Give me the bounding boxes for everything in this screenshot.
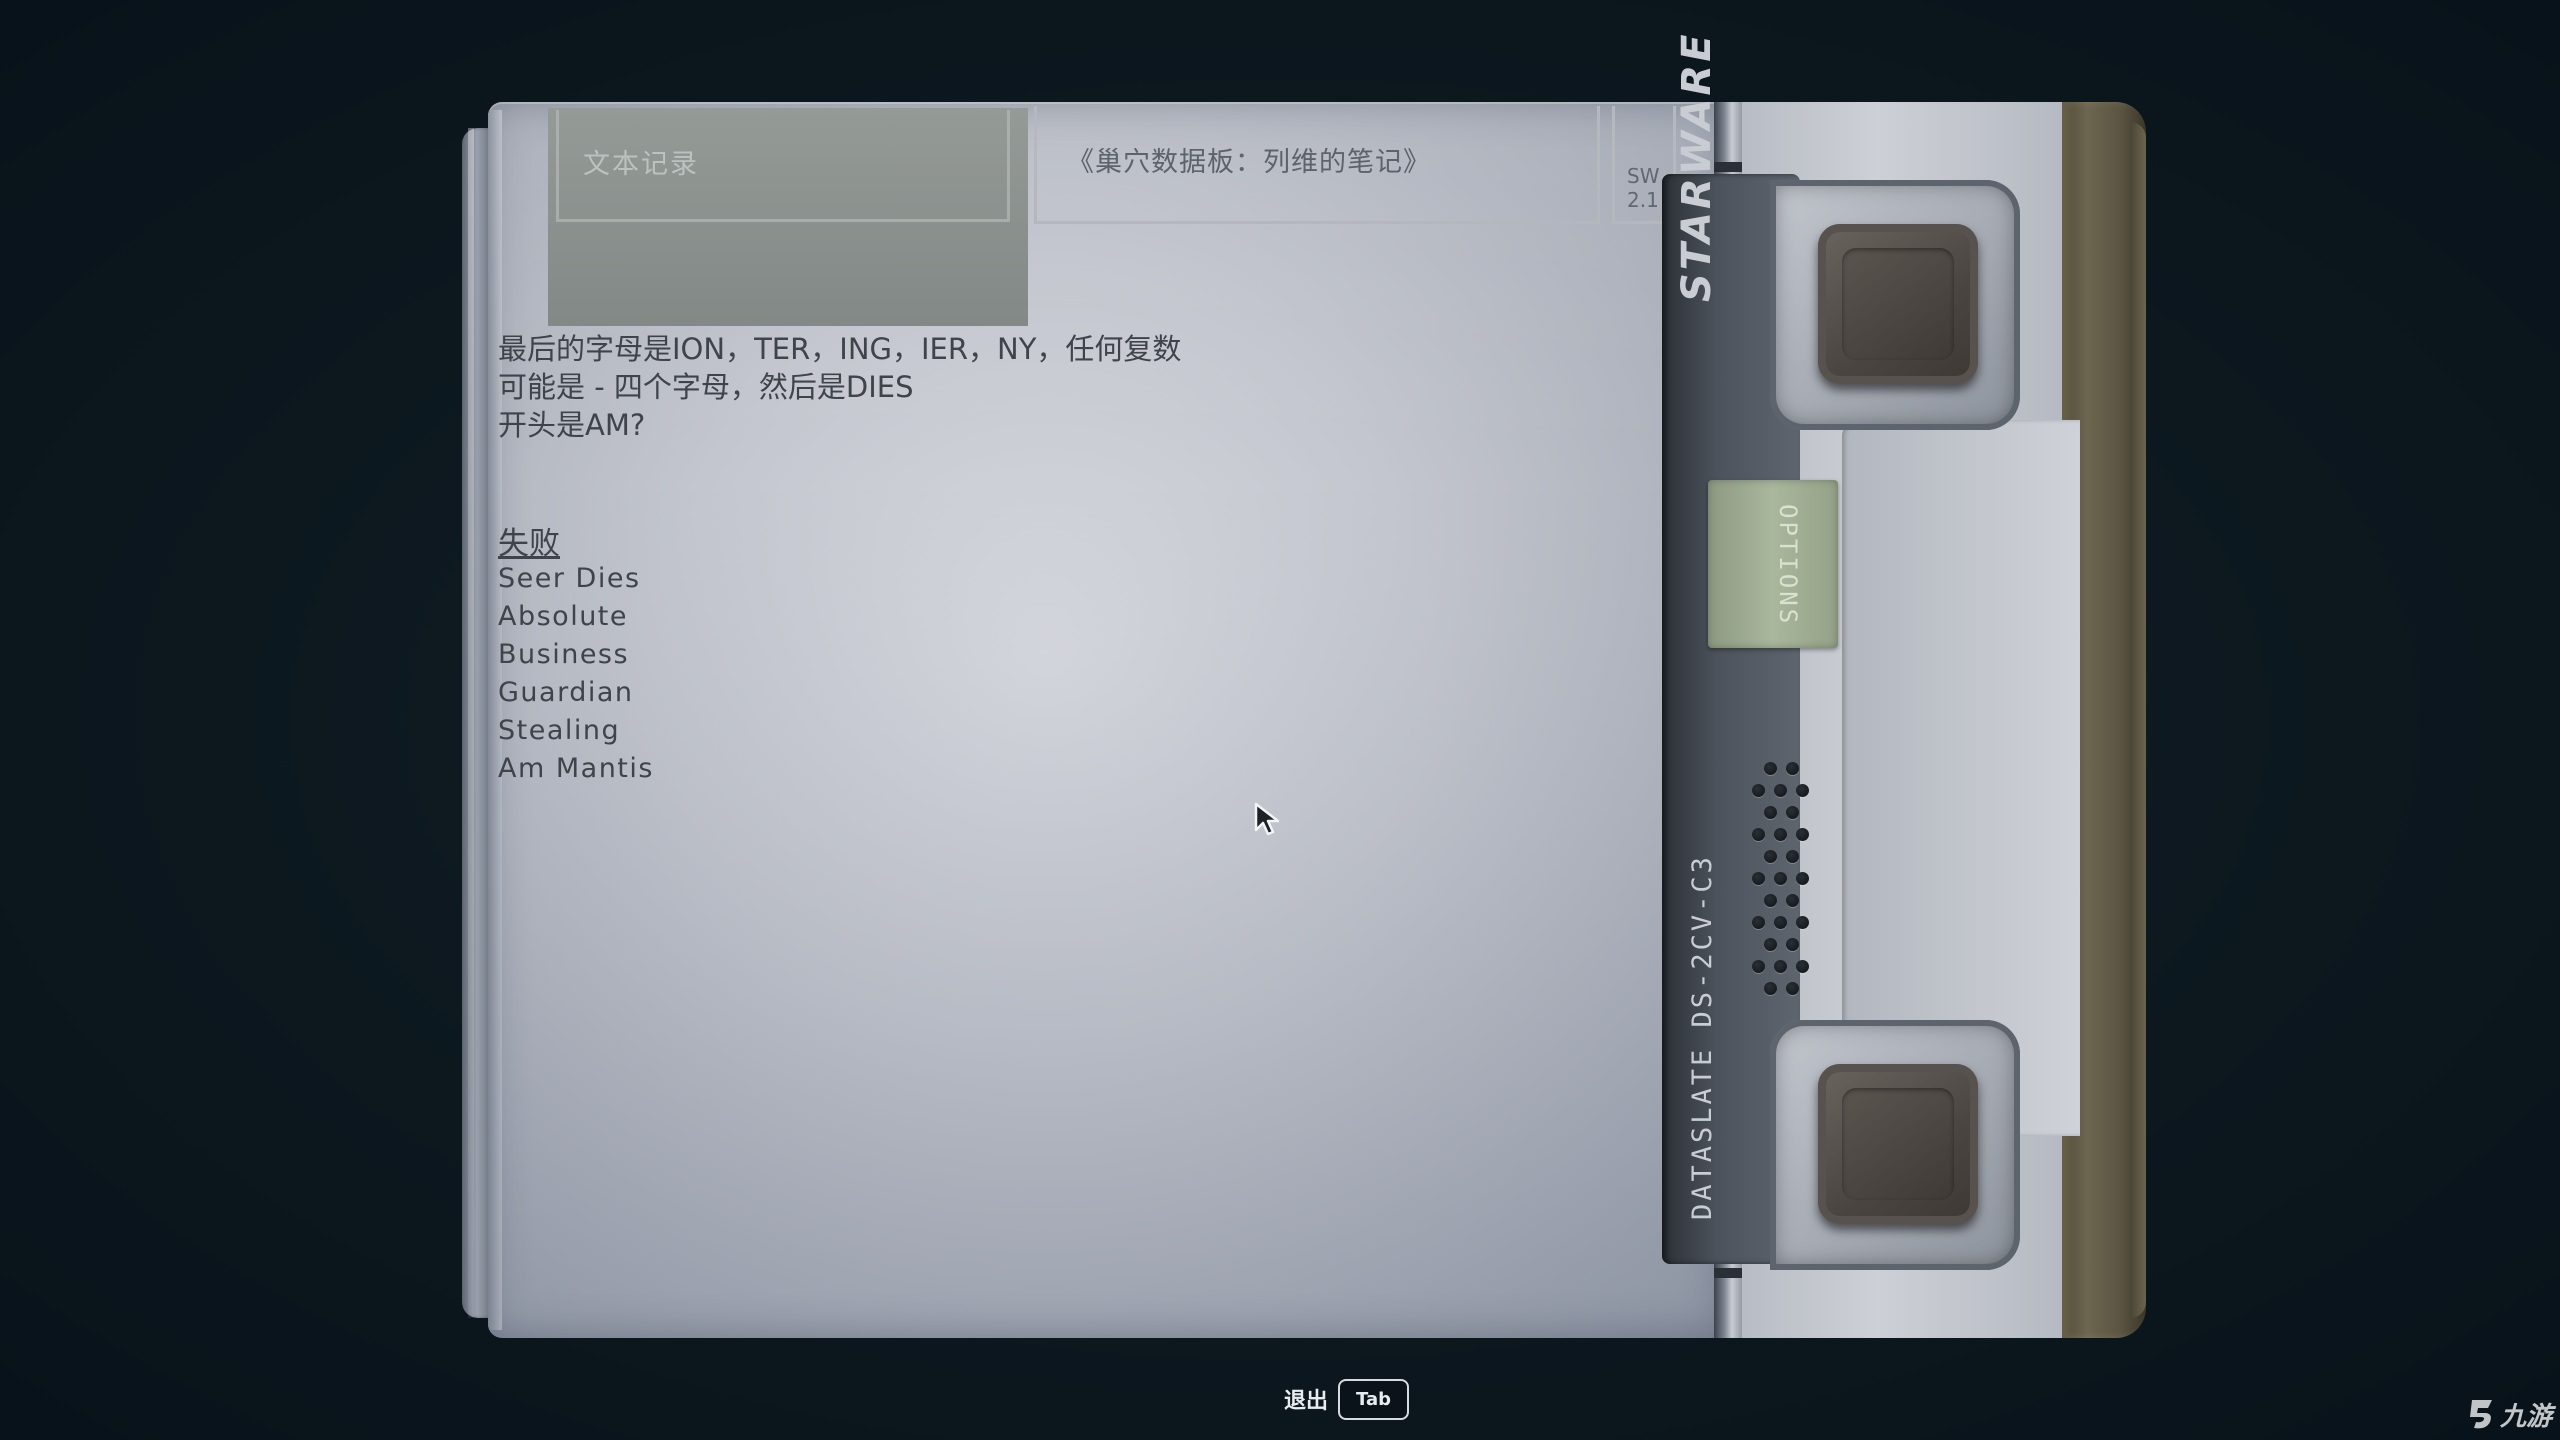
speaker-hole [1796, 784, 1809, 797]
bottom-hardware-button[interactable] [1818, 1064, 1978, 1224]
speaker-hole [1774, 960, 1787, 973]
model-label: DATASLATE DS-2CV-C3 [1687, 854, 1718, 1220]
speaker-hole [1774, 872, 1787, 885]
watermark-text: 九游 [2500, 1401, 2553, 1432]
mouse-cursor-icon [1254, 802, 1280, 836]
speaker-hole [1786, 806, 1799, 819]
speaker-hole [1764, 982, 1777, 995]
note-line: 最后的字母是ION，TER，ING，IER，NY，任何复数 [498, 332, 1182, 366]
speaker-hole [1752, 872, 1765, 885]
failed-word: Stealing [498, 715, 621, 746]
exit-label: 退出 [1284, 1389, 1329, 1414]
speaker-hole [1786, 850, 1799, 863]
failed-word: Am Mantis [498, 753, 654, 784]
failed-word: Absolute [498, 601, 629, 632]
failed-word: Guardian [498, 677, 634, 708]
dataslate-device: 文本记录 《巢穴数据板：列维的笔记》 SW 2.1 STARWARE OPTIO… [462, 31, 2146, 1338]
document-title-tab[interactable]: 《巢穴数据板：列维的笔记》 [1034, 106, 1600, 224]
options-label: OPTIONS [1774, 504, 1802, 627]
speaker-hole [1796, 916, 1809, 929]
speaker-grille [1752, 762, 1822, 1012]
note-line: 可能是 - 四个字母，然后是DIES [498, 370, 914, 404]
speaker-hole [1796, 828, 1809, 841]
speaker-hole [1786, 938, 1799, 951]
speaker-hole [1752, 960, 1765, 973]
options-button[interactable] [1708, 480, 1838, 648]
speaker-hole [1752, 916, 1765, 929]
speaker-hole [1764, 894, 1777, 907]
exit-prompt[interactable]: 退出 Tab [1284, 1376, 1410, 1422]
fail-heading: 失败 [498, 526, 560, 562]
speaker-hole [1774, 784, 1787, 797]
site-watermark: 九游 [2466, 1388, 2560, 1440]
speaker-hole [1796, 960, 1809, 973]
speaker-hole [1764, 762, 1777, 775]
note-line: 开头是AM? [498, 408, 646, 442]
top-button-housing [1770, 180, 2020, 430]
bottom-button-housing [1770, 1020, 2020, 1270]
speaker-hole [1774, 828, 1787, 841]
game-screen: 文本记录 《巢穴数据板：列维的笔记》 SW 2.1 STARWARE OPTIO… [0, 0, 2560, 1440]
dataslate-screen: 文本记录 《巢穴数据板：列维的笔记》 SW 2.1 [488, 102, 1726, 1338]
speaker-hole [1752, 828, 1765, 841]
speaker-hole [1786, 894, 1799, 907]
speaker-hole [1774, 916, 1787, 929]
speaker-hole [1796, 872, 1809, 885]
speaker-hole [1752, 784, 1765, 797]
speaker-hole [1786, 762, 1799, 775]
speaker-hole [1764, 850, 1777, 863]
top-hardware-button[interactable] [1818, 224, 1978, 384]
tab-text-log[interactable]: 文本记录 [556, 110, 1010, 222]
failed-word-list: Seer Dies Absolute Business Guardian Ste… [498, 560, 654, 788]
note-body: 最后的字母是ION，TER，ING，IER，NY，任何复数 可能是 - 四个字母… [498, 330, 1398, 444]
failed-word: Business [498, 639, 630, 670]
tab-key-badge[interactable]: Tab [1338, 1378, 1410, 1420]
speaker-hole [1764, 806, 1777, 819]
speaker-hole [1764, 938, 1777, 951]
brand-logo: STARWARE [1674, 31, 1720, 302]
failed-word: Seer Dies [498, 563, 641, 594]
speaker-hole [1786, 982, 1799, 995]
watermark-logo-icon [2470, 1400, 2492, 1429]
